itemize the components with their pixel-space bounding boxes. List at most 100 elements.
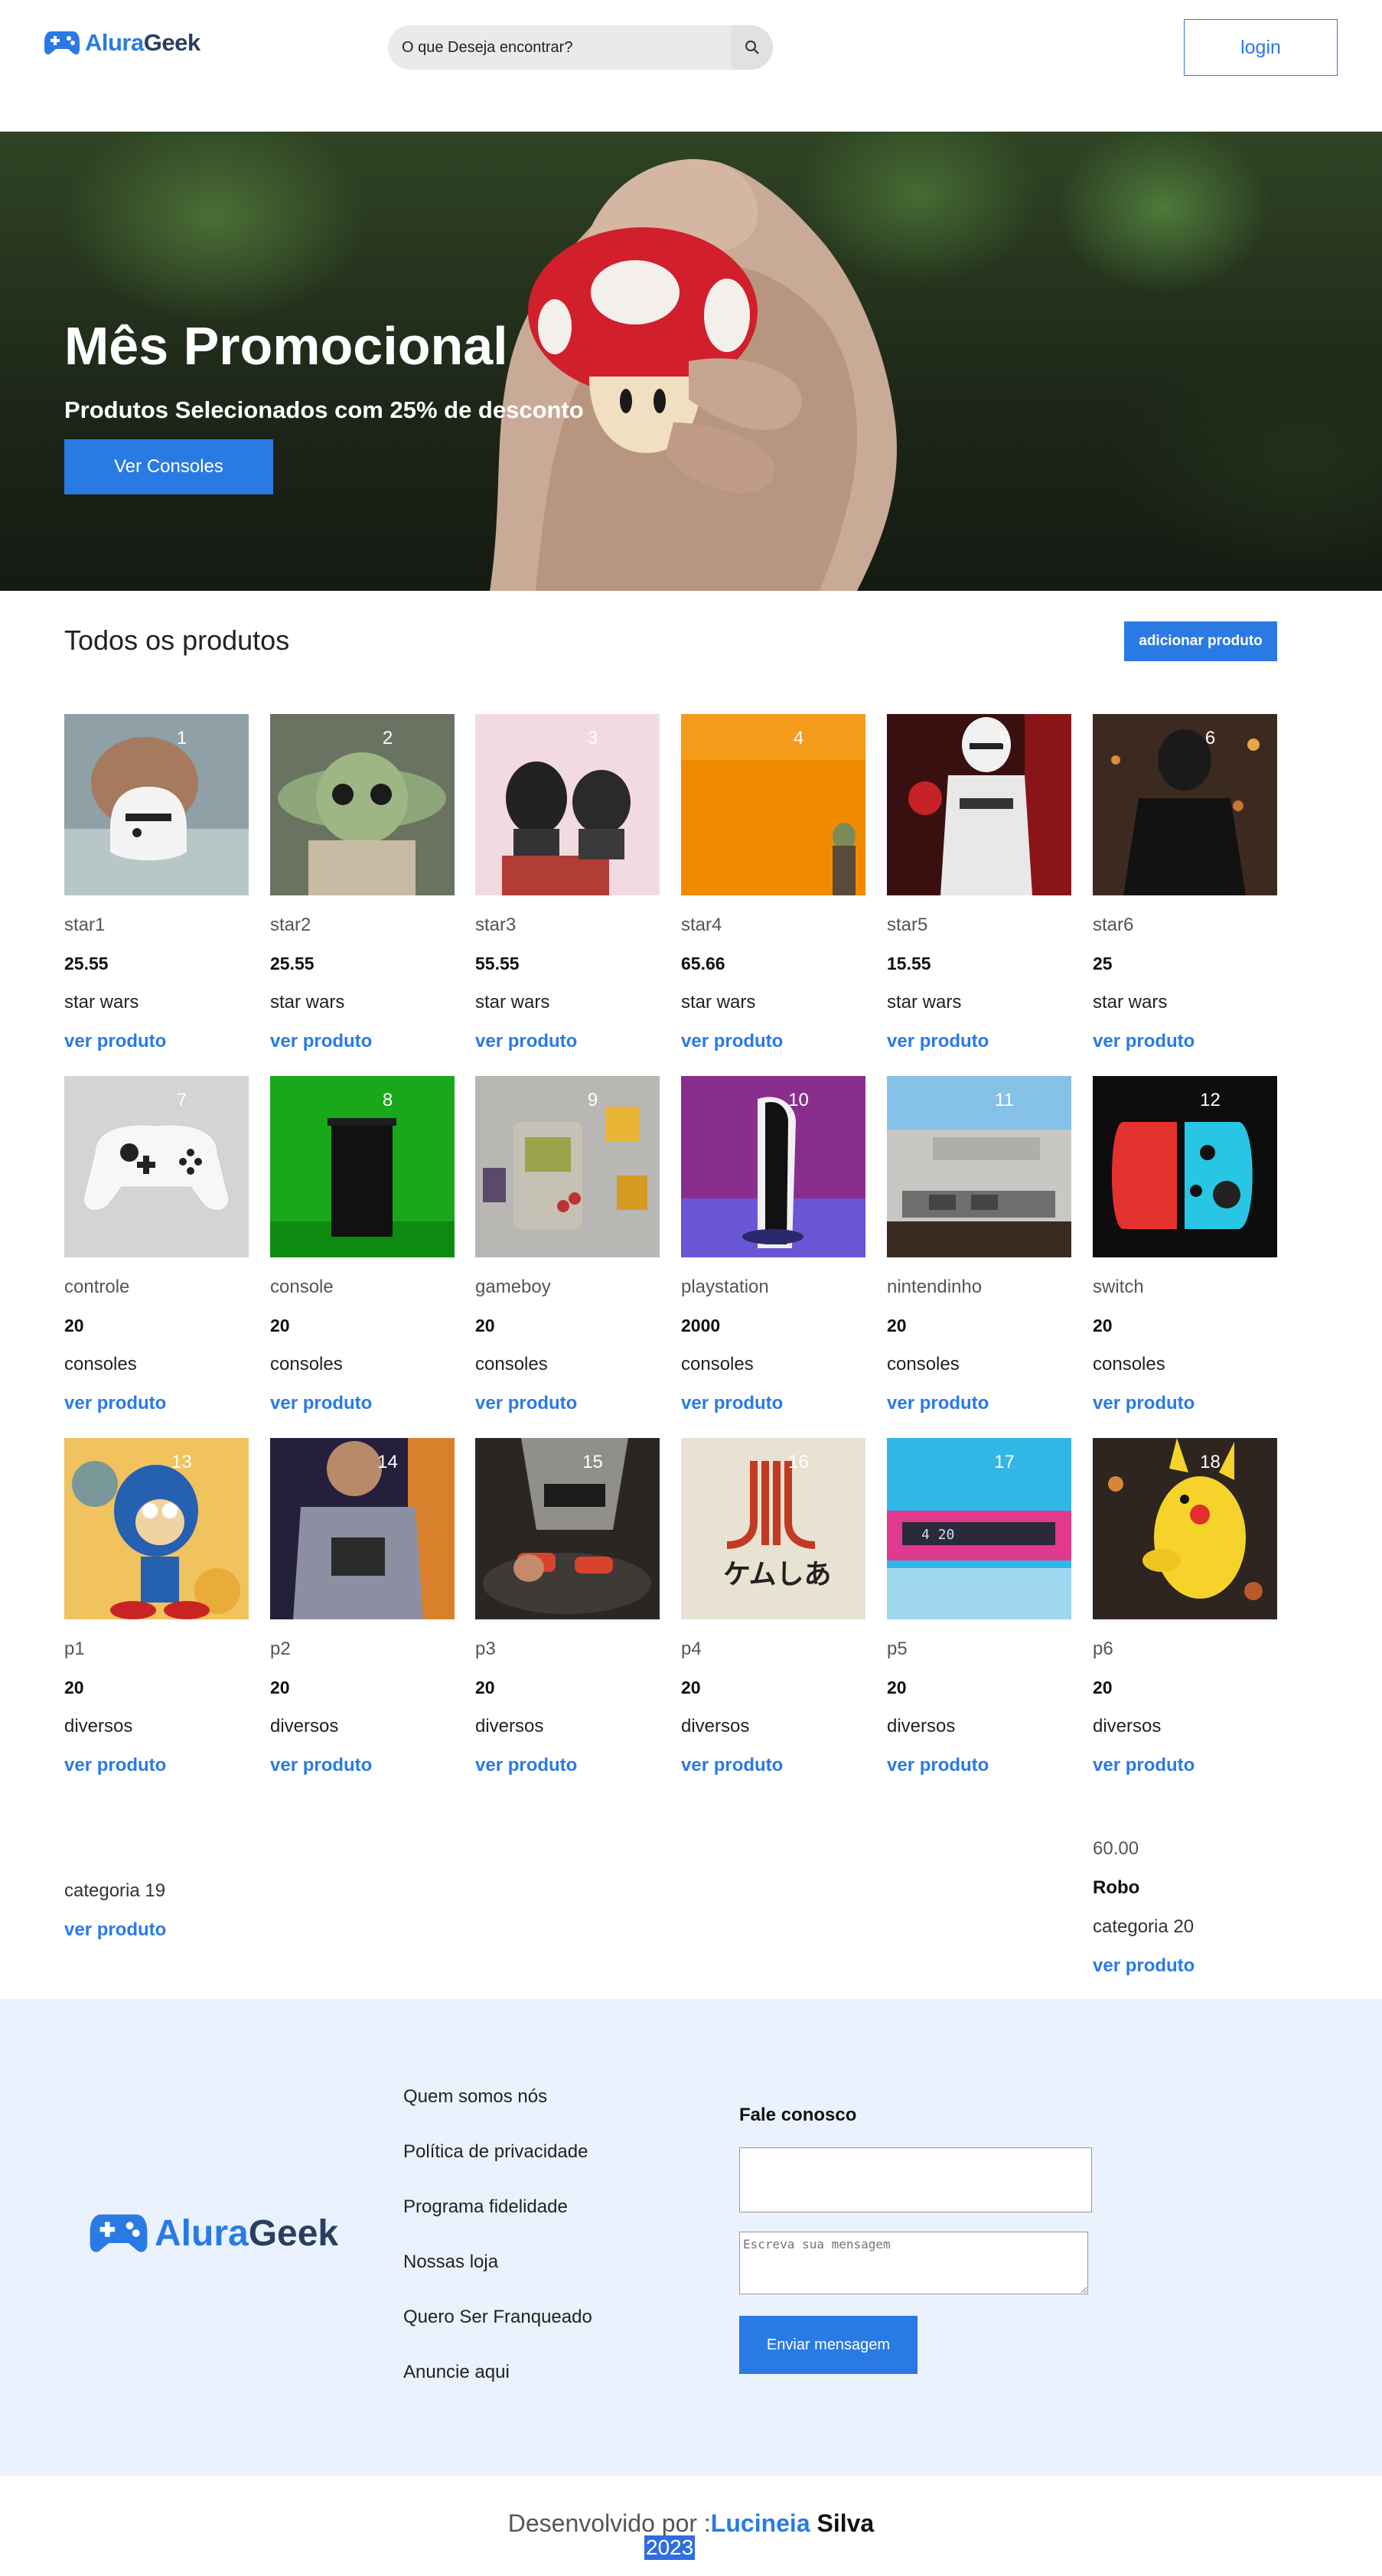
product-image[interactable]: 2 bbox=[270, 714, 455, 895]
product-price: 20 bbox=[887, 1316, 907, 1335]
view-product-link[interactable]: ver produto bbox=[64, 1031, 166, 1052]
product-image[interactable]: 6 bbox=[1093, 714, 1277, 895]
product-card[interactable]: 10 playstation 2000 consoles ver produto bbox=[681, 1076, 865, 1414]
product-name: playstation bbox=[681, 1277, 769, 1297]
product-name: p6 bbox=[1093, 1639, 1113, 1659]
product-image[interactable]: 8 bbox=[270, 1076, 455, 1257]
extra-right-name: Robo bbox=[1093, 1877, 1140, 1898]
product-card[interactable]: 2 star2 25.55 star wars ver produto bbox=[270, 714, 455, 1052]
extra-left-link[interactable]: ver produto bbox=[64, 1919, 166, 1941]
product-price: 20 bbox=[270, 1678, 290, 1697]
product-card[interactable]: 11 nintendinho 20 consoles ver produto bbox=[887, 1076, 1071, 1414]
search-button[interactable] bbox=[732, 25, 773, 70]
extra-right-link[interactable]: ver produto bbox=[1093, 1955, 1195, 1977]
product-card[interactable]: 15 p3 20 diversos ver produto bbox=[475, 1438, 660, 1775]
product-card[interactable]: 12 switch 20 consoles ver produto bbox=[1093, 1076, 1277, 1414]
product-image[interactable]: 15 bbox=[475, 1438, 660, 1619]
product-image[interactable]: 4 bbox=[681, 714, 865, 895]
product-card[interactable]: 6 star6 25 star wars ver produto bbox=[1093, 714, 1277, 1052]
product-name: p1 bbox=[64, 1639, 85, 1659]
footer-link-stores[interactable]: Nossas loja bbox=[403, 2252, 498, 2273]
footer-link-about[interactable]: Quem somos nós bbox=[403, 2086, 547, 2108]
view-product-link[interactable]: ver produto bbox=[1093, 1755, 1195, 1776]
product-name: star5 bbox=[887, 915, 928, 935]
product-card[interactable]: 18 p6 20 diversos ver produto bbox=[1093, 1438, 1277, 1775]
product-price: 20 bbox=[1093, 1316, 1113, 1335]
product-price: 55.55 bbox=[475, 954, 520, 973]
product-price: 20 bbox=[270, 1316, 290, 1335]
view-product-link[interactable]: ver produto bbox=[270, 1755, 372, 1776]
product-name: p3 bbox=[475, 1639, 496, 1659]
product-price: 20 bbox=[64, 1678, 84, 1697]
view-product-link[interactable]: ver produto bbox=[887, 1755, 989, 1776]
product-card[interactable]: 5 star5 15.55 star wars ver produto bbox=[887, 714, 1071, 1052]
product-name: p5 bbox=[887, 1639, 908, 1659]
view-product-link[interactable]: ver produto bbox=[1093, 1031, 1195, 1052]
footer-link-franchise[interactable]: Quero Ser Franqueado bbox=[403, 2307, 592, 2328]
product-category: consoles bbox=[64, 1354, 137, 1374]
product-card[interactable]: 4 20 17 p5 20 diversos ver produto bbox=[887, 1438, 1071, 1775]
product-card[interactable]: 4 star4 65.66 star wars ver produto bbox=[681, 714, 865, 1052]
view-product-link[interactable]: ver produto bbox=[1093, 1393, 1195, 1414]
product-card[interactable]: 3 star3 55.55 star wars ver produto bbox=[475, 714, 660, 1052]
see-consoles-button[interactable]: Ver Consoles bbox=[64, 439, 273, 494]
logo[interactable]: AluraGeek bbox=[44, 29, 200, 57]
product-image[interactable]: 13 bbox=[64, 1438, 249, 1619]
product-image[interactable]: 18 bbox=[1093, 1438, 1277, 1619]
product-image[interactable]: 10 bbox=[681, 1076, 865, 1257]
product-category: star wars bbox=[270, 992, 345, 1012]
login-button[interactable]: login bbox=[1184, 19, 1338, 76]
footer-link-advertise[interactable]: Anuncie aqui bbox=[403, 2362, 510, 2383]
hero-title: Mês Promocional bbox=[64, 316, 508, 376]
product-card[interactable]: 8 console 20 consoles ver produto bbox=[270, 1076, 455, 1414]
footer-link-privacy[interactable]: Política de privacidade bbox=[403, 2141, 588, 2163]
view-product-link[interactable]: ver produto bbox=[681, 1393, 783, 1414]
product-image[interactable]: 7 bbox=[64, 1076, 249, 1257]
product-price: 65.66 bbox=[681, 954, 725, 973]
footer-logo-text: AluraGeek bbox=[155, 2212, 339, 2254]
view-product-link[interactable]: ver produto bbox=[475, 1755, 577, 1776]
view-product-link[interactable]: ver produto bbox=[887, 1393, 989, 1414]
view-product-link[interactable]: ver produto bbox=[475, 1393, 577, 1414]
product-image[interactable]: 1 bbox=[64, 714, 249, 895]
product-number: 3 bbox=[587, 728, 598, 748]
product-price: 20 bbox=[1093, 1678, 1113, 1697]
product-image[interactable]: 11 bbox=[887, 1076, 1071, 1257]
product-image[interactable]: 9 bbox=[475, 1076, 660, 1257]
view-product-link[interactable]: ver produto bbox=[681, 1031, 783, 1052]
product-image[interactable]: 4 20 17 bbox=[887, 1438, 1071, 1619]
product-card[interactable]: 9 gameboy 20 consoles ver produto bbox=[475, 1076, 660, 1414]
product-card[interactable]: 1 star1 25.55 star wars ver produto bbox=[64, 714, 249, 1052]
gamepad-icon bbox=[90, 2214, 148, 2252]
product-card[interactable]: 7 controle 20 consoles ver produto bbox=[64, 1076, 249, 1414]
view-product-link[interactable]: ver produto bbox=[270, 1031, 372, 1052]
view-product-link[interactable]: ver produto bbox=[475, 1031, 577, 1052]
product-category: consoles bbox=[475, 1354, 548, 1374]
product-image[interactable]: 14 bbox=[270, 1438, 455, 1619]
product-image[interactable]: 12 bbox=[1093, 1076, 1277, 1257]
product-card[interactable]: ケムしあ 16 p4 20 diversos ver produto bbox=[681, 1438, 865, 1775]
footer-logo[interactable]: AluraGeek bbox=[89, 2212, 338, 2255]
product-image[interactable]: ケムしあ 16 bbox=[681, 1438, 865, 1619]
author-link[interactable]: Lucineia bbox=[711, 2509, 810, 2537]
product-card[interactable]: 14 p2 20 diversos ver produto bbox=[270, 1438, 455, 1775]
product-category: star wars bbox=[681, 992, 756, 1012]
view-product-link[interactable]: ver produto bbox=[270, 1393, 372, 1414]
search-input[interactable] bbox=[388, 25, 732, 70]
product-price: 25 bbox=[1093, 954, 1113, 973]
product-image[interactable]: 5 bbox=[887, 714, 1071, 895]
product-name: nintendinho bbox=[887, 1277, 983, 1297]
send-message-button[interactable]: Enviar mensagem bbox=[739, 2316, 918, 2374]
contact-message-input[interactable] bbox=[739, 2232, 1088, 2294]
view-product-link[interactable]: ver produto bbox=[681, 1755, 783, 1776]
view-product-link[interactable]: ver produto bbox=[64, 1393, 166, 1414]
product-number: 14 bbox=[377, 1452, 398, 1472]
add-product-button[interactable]: adicionar produto bbox=[1124, 621, 1277, 661]
view-product-link[interactable]: ver produto bbox=[887, 1031, 989, 1052]
product-name: switch bbox=[1093, 1277, 1144, 1297]
contact-name-input[interactable] bbox=[739, 2147, 1092, 2212]
product-card[interactable]: 13 p1 20 diversos ver produto bbox=[64, 1438, 249, 1775]
product-image[interactable]: 3 bbox=[475, 714, 660, 895]
view-product-link[interactable]: ver produto bbox=[64, 1755, 166, 1776]
footer-link-loyalty[interactable]: Programa fidelidade bbox=[403, 2196, 568, 2218]
